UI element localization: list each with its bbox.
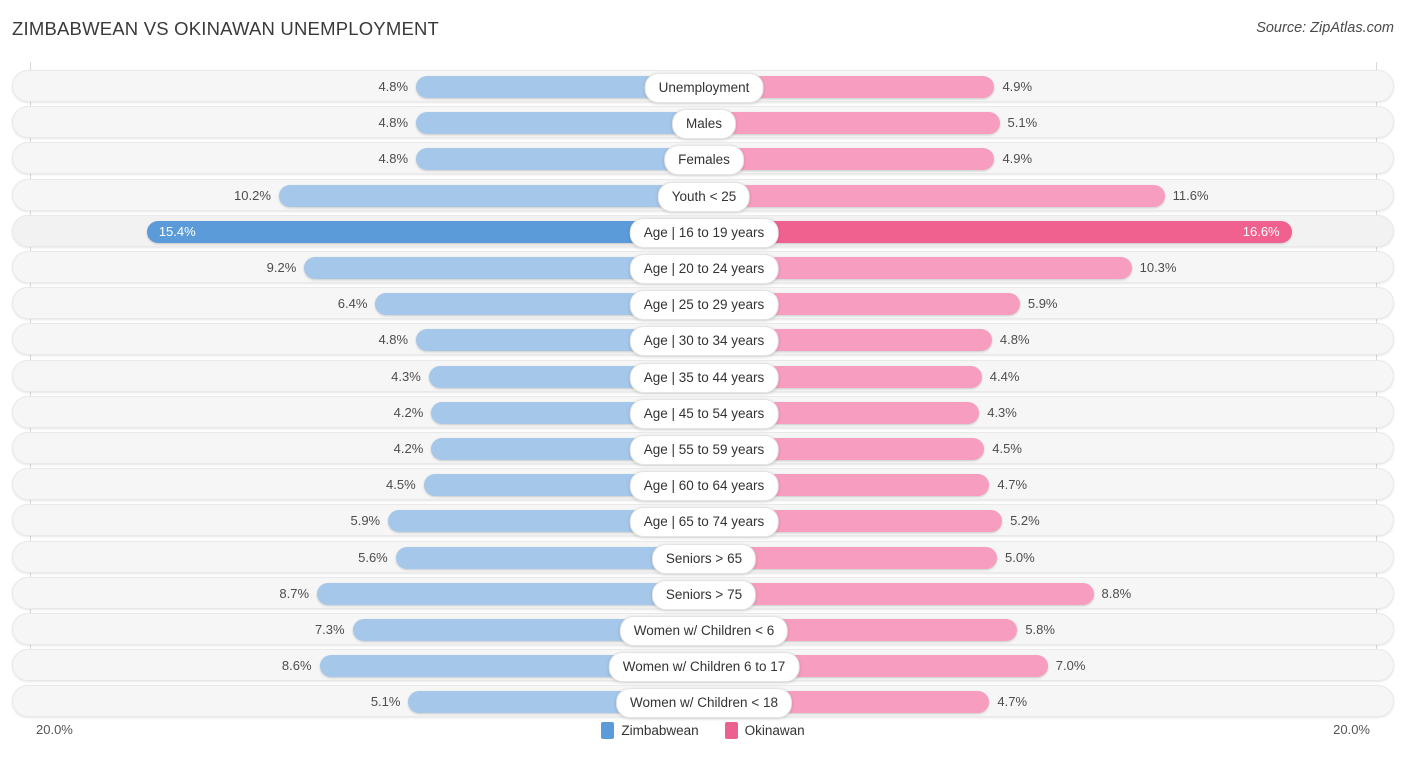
table-row[interactable]: 4.8% 5.1% Males [12, 106, 1394, 140]
bar-zimbabwean[interactable] [317, 582, 704, 605]
category-label: Age | 60 to 64 years [629, 471, 779, 502]
value-label-okinawan: 5.2% [1010, 513, 1040, 529]
table-row[interactable]: 5.6% 5.0% Seniors > 65 [12, 540, 1394, 574]
table-row[interactable]: 7.3% 5.8% Women w/ Children < 6 [12, 613, 1394, 646]
bar-okinawan[interactable] [704, 112, 1000, 135]
page-title: ZIMBABWEAN VS OKINAWAN UNEMPLOYMENT [12, 18, 440, 39]
category-label: Seniors > 75 [651, 579, 757, 610]
value-label-okinawan: 5.1% [1007, 115, 1038, 131]
value-label-okinawan: 4.9% [1002, 79, 1033, 94]
category-label: Age | 30 to 34 years [629, 326, 779, 357]
category-label: Age | 20 to 24 years [629, 254, 779, 284]
chart-plot-area: 4.8% 4.9% Unemployment 4.8% 5.1% Males 4.8% 4.9… [0, 62, 1406, 719]
value-label-okinawan: 8.8% [1101, 585, 1132, 601]
value-label-zimbabwean: 4.2% [393, 404, 424, 420]
category-label: Females [664, 145, 744, 176]
value-label-zimbabwean: 4.8% [378, 79, 409, 94]
value-label-zimbabwean: 9.2% [266, 260, 297, 275]
value-label-okinawan: 10.3% [1139, 260, 1177, 275]
chart-header: ZIMBABWEAN VS OKINAWAN UNEMPLOYMENT Sour… [0, 0, 1406, 56]
value-label-okinawan: 4.8% [999, 332, 1030, 348]
value-label-okinawan: 4.7% [997, 477, 1028, 493]
table-row[interactable]: 5.1% 4.7% Women w/ Children < 18 [12, 685, 1394, 719]
legend-label: Okinawan [744, 723, 805, 738]
value-label-okinawan: 5.8% [1025, 622, 1055, 637]
table-row[interactable]: 6.4% 5.9% Age | 25 to 29 years [12, 287, 1394, 321]
category-label: Unemployment [644, 73, 764, 103]
value-label-zimbabwean: 8.7% [279, 585, 310, 601]
bar-okinawan[interactable] [704, 148, 995, 171]
legend-swatch-icon [724, 722, 738, 739]
legend-item[interactable]: Zimbabwean [601, 722, 699, 739]
value-label-okinawan: 4.4% [989, 368, 1020, 384]
value-label-okinawan: 5.0% [1005, 549, 1035, 565]
value-label-zimbabwean: 8.6% [281, 658, 312, 674]
bar-okinawan[interactable] [704, 582, 1094, 605]
value-label-zimbabwean: 4.5% [386, 477, 416, 493]
legend-label: Zimbabwean [621, 723, 699, 738]
value-label-zimbabwean: 15.4% [158, 223, 196, 239]
category-label: Seniors > 65 [651, 543, 757, 574]
bar-okinawan[interactable] [704, 220, 1292, 243]
value-label-okinawan: 4.7% [997, 694, 1028, 710]
category-label: Age | 25 to 29 years [629, 290, 779, 321]
value-label-okinawan: 4.9% [1002, 151, 1033, 167]
value-label-zimbabwean: 7.3% [314, 622, 345, 637]
value-label-zimbabwean: 5.6% [358, 549, 388, 565]
table-row[interactable]: 4.3% 4.4% Age | 35 to 44 years [12, 359, 1394, 393]
table-row[interactable]: 4.8% 4.9% Unemployment [12, 70, 1394, 103]
value-label-okinawan: 11.6% [1172, 187, 1209, 203]
table-row[interactable]: 9.2% 10.3% Age | 20 to 24 years [12, 251, 1394, 284]
value-label-zimbabwean: 4.3% [391, 368, 421, 384]
category-label: Age | 45 to 54 years [629, 398, 779, 429]
value-label-zimbabwean: 4.2% [393, 441, 424, 456]
value-label-okinawan: 4.3% [987, 404, 1017, 420]
axis-right-label: 20.0% [1333, 722, 1370, 737]
table-row[interactable]: 4.8% 4.8% Age | 30 to 34 years [12, 323, 1394, 357]
value-label-zimbabwean: 5.9% [350, 513, 381, 529]
legend-swatch-icon [601, 722, 615, 739]
value-label-zimbabwean: 6.4% [337, 296, 368, 312]
chart-legend: Zimbabwean Okinawan [0, 722, 1406, 739]
category-label: Males [671, 109, 737, 140]
bar-okinawan[interactable] [704, 184, 1165, 207]
table-row[interactable]: 5.9% 5.2% Age | 65 to 74 years [12, 504, 1394, 538]
value-label-zimbabwean: 4.8% [378, 115, 409, 131]
value-label-zimbabwean: 4.8% [378, 332, 409, 348]
table-row[interactable]: 4.2% 4.5% Age | 55 to 59 years [12, 432, 1394, 465]
table-row[interactable]: 8.7% 8.8% Seniors > 75 [12, 576, 1394, 610]
bar-zimbabwean[interactable] [278, 184, 704, 207]
category-label: Youth < 25 [657, 181, 751, 212]
value-label-zimbabwean: 4.8% [378, 151, 409, 167]
category-label: Age | 16 to 19 years [629, 217, 779, 248]
category-label: Age | 55 to 59 years [629, 435, 779, 465]
legend-item[interactable]: Okinawan [724, 722, 805, 739]
value-label-zimbabwean: 10.2% [234, 187, 271, 203]
category-label: Age | 65 to 74 years [629, 507, 779, 538]
bar-zimbabwean[interactable] [146, 220, 704, 243]
table-row[interactable]: 4.8% 4.9% Females [12, 142, 1394, 176]
value-label-okinawan: 5.9% [1027, 296, 1058, 312]
source-label: Source: ZipAtlas.com [1256, 20, 1394, 36]
bar-zimbabwean[interactable] [416, 148, 704, 171]
table-row[interactable]: 15.4% 16.6% Age | 16 to 19 years [12, 214, 1394, 248]
value-label-okinawan: 16.6% [1242, 223, 1280, 239]
category-label: Age | 35 to 44 years [629, 362, 779, 393]
table-row[interactable]: 8.6% 7.0% Women w/ Children 6 to 17 [12, 649, 1394, 683]
category-label: Women w/ Children < 6 [619, 616, 789, 646]
table-row[interactable]: 4.2% 4.3% Age | 45 to 54 years [12, 395, 1394, 429]
value-label-okinawan: 4.5% [992, 441, 1022, 456]
category-label: Women w/ Children < 18 [616, 688, 792, 719]
category-label: Women w/ Children 6 to 17 [608, 652, 800, 683]
value-label-okinawan: 7.0% [1055, 658, 1086, 674]
value-label-zimbabwean: 5.1% [370, 694, 401, 710]
table-row[interactable]: 4.5% 4.7% Age | 60 to 64 years [12, 468, 1394, 502]
bar-zimbabwean[interactable] [416, 112, 704, 135]
table-row[interactable]: 10.2% 11.6% Youth < 25 [12, 178, 1394, 212]
chart-footer: 20.0% Zimbabwean Okinawan 20.0% [0, 717, 1406, 757]
